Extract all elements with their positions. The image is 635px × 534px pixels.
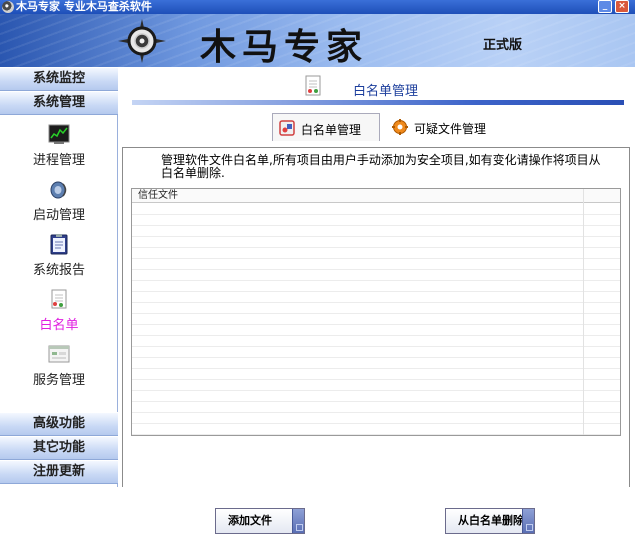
service-window-icon xyxy=(48,345,70,363)
tab-suspicious-file-management[interactable]: 可疑文件管理 xyxy=(386,113,496,141)
minimize-button[interactable]: _ xyxy=(598,0,612,13)
whitelist-document-icon xyxy=(305,75,321,96)
tab-label: 白名单管理 xyxy=(301,123,362,137)
sidebar-item-process-management[interactable]: 进程管理 xyxy=(0,123,118,175)
sidebar-section-register-update[interactable]: 注册更新 xyxy=(0,460,118,484)
sidebar-item-label: 白名单 xyxy=(39,318,79,333)
app-banner: 木马专家 正式版 xyxy=(0,14,635,67)
whitelist-document-icon xyxy=(51,289,67,309)
startup-speaker-icon xyxy=(50,181,67,199)
sidebar-item-label: 进程管理 xyxy=(32,153,85,168)
sidebar-nav-list: 进程管理 启动管理 系统报告 白名单 服务管理 xyxy=(0,115,118,411)
banner-title: 木马专家 xyxy=(200,26,369,67)
button-label: 从白名单删除 xyxy=(458,514,524,527)
sidebar-item-label: 服务管理 xyxy=(32,373,85,388)
sidebar-section-other[interactable]: 其它功能 xyxy=(0,436,118,460)
process-monitor-icon xyxy=(48,124,70,144)
sidebar-item-startup-management[interactable]: 启动管理 xyxy=(0,178,118,230)
column-header-trusted-file[interactable]: 信任文件 xyxy=(138,189,178,203)
sidebar-bottom-sections: 高级功能 其它功能 注册更新 xyxy=(0,412,118,484)
gear-icon xyxy=(392,119,408,135)
app-icon xyxy=(2,1,14,13)
tab-whitelist-management[interactable]: 白名单管理 xyxy=(272,113,380,141)
crosshair-logo-icon xyxy=(118,19,166,63)
close-button[interactable]: × xyxy=(615,0,629,13)
window-title: 木马专家 专业木马查杀软件 xyxy=(16,0,152,13)
sidebar-item-label: 启动管理 xyxy=(32,208,85,223)
whitelist-tab-icon xyxy=(279,120,295,136)
sidebar-section-system-monitor[interactable]: 系统监控 xyxy=(0,67,118,91)
remove-from-whitelist-button[interactable]: 从白名单删除 xyxy=(445,508,535,534)
header-divider xyxy=(132,100,624,105)
button-cap xyxy=(522,509,534,533)
clipboard-report-icon xyxy=(50,234,68,255)
title-bar: 木马专家 专业木马查杀软件 _ × xyxy=(0,0,635,14)
sidebar-section-system-management[interactable]: 系统管理 xyxy=(0,91,118,115)
sidebar-item-service-management[interactable]: 服务管理 xyxy=(0,343,118,395)
button-cap xyxy=(292,509,304,533)
sidebar-item-whitelist[interactable]: 白名单 xyxy=(0,288,118,340)
sidebar-section-advanced[interactable]: 高级功能 xyxy=(0,412,118,436)
page-title: 白名单管理 xyxy=(353,84,419,99)
sidebar-item-system-report[interactable]: 系统报告 xyxy=(0,233,118,285)
add-file-button[interactable]: 添加文件 xyxy=(215,508,305,534)
sidebar-item-label: 系统报告 xyxy=(32,263,85,278)
edition-label: 正式版 xyxy=(483,38,523,53)
description-text: 管理软件文件白名单,所有项目由用户手动添加为安全项目,如有变化请操作将项目从白名… xyxy=(161,153,601,180)
page-header: 白名单管理 xyxy=(132,73,624,103)
main-content: 白名单管理 白名单管理 可疑文件管理 管理软件文件白名单,所有项目由用户手动添加… xyxy=(118,67,635,534)
whitelist-panel: 管理软件文件白名单,所有项目由用户手动添加为安全项目,如有变化请操作将项目从白名… xyxy=(122,147,630,534)
button-label: 添加文件 xyxy=(228,514,272,527)
sidebar: 系统监控 系统管理 进程管理 启动管理 系统报告 白名单 服务管理 高级功能 其… xyxy=(0,67,118,487)
tab-label: 可疑文件管理 xyxy=(414,122,487,136)
column-separator xyxy=(583,189,584,435)
list-rows[interactable] xyxy=(132,204,620,435)
trusted-files-list[interactable]: 信任文件 xyxy=(131,188,621,436)
list-header: 信任文件 xyxy=(132,189,620,203)
